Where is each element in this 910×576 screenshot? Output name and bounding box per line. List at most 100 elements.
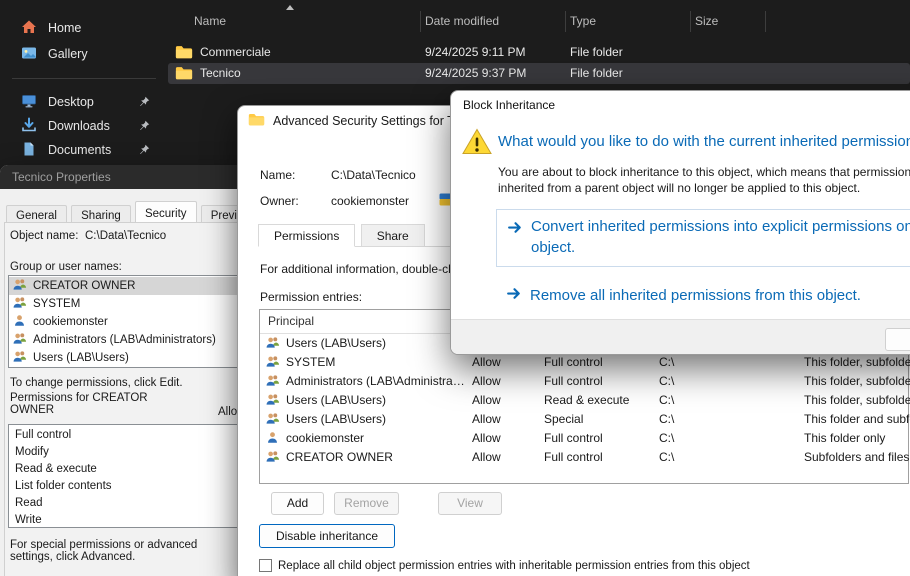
- permission-entry-row[interactable]: SYSTEM Allow Full control C:\ This folde…: [260, 353, 908, 372]
- desktop: Home Gallery Desktop Downloads Documents…: [0, 0, 910, 576]
- entry-applies-to: This folder and subfolders: [804, 412, 910, 426]
- sidebar-item-downloads[interactable]: Downloads: [8, 113, 160, 139]
- file-name: Tecnico: [200, 66, 241, 80]
- remove-permissions-label: Remove all inherited permissions from th…: [530, 285, 910, 306]
- entry-access: Full control: [544, 355, 603, 369]
- column-header-type[interactable]: Type: [570, 14, 596, 28]
- entry-applies-to: This folder only: [804, 431, 885, 445]
- file-date-modified: 9/24/2025 9:37 PM: [425, 66, 526, 80]
- column-divider[interactable]: [765, 11, 766, 32]
- sidebar-item-label: Downloads: [48, 119, 110, 133]
- convert-permissions-option[interactable]: Convert inherited permissions into expli…: [496, 209, 910, 267]
- convert-permissions-label: Convert inherited permissions into expli…: [531, 216, 910, 258]
- arrow-right-icon: [507, 219, 524, 240]
- disable-inheritance-button[interactable]: Disable inheritance: [259, 524, 395, 548]
- entry-principal: Administrators (LAB\Administrators): [286, 374, 468, 388]
- file-type: File folder: [570, 45, 623, 59]
- group-icon: [265, 412, 280, 428]
- sidebar-item-desktop[interactable]: Desktop: [8, 89, 160, 115]
- entry-principal: Users (LAB\Users): [286, 336, 468, 350]
- block-dialog-heading: What would you like to do with the curre…: [498, 133, 910, 150]
- block-body-line-2: inherited from a parent object will no l…: [498, 181, 860, 195]
- entry-applies-to: This folder, subfolders and files: [804, 374, 910, 388]
- pin-icon[interactable]: [138, 143, 151, 159]
- entry-principal: Users (LAB\Users): [286, 412, 468, 426]
- file-row-commerciale[interactable]: Commerciale 9/24/2025 9:11 PM File folde…: [168, 42, 910, 63]
- add-button[interactable]: Add: [271, 492, 324, 515]
- sidebar-item-label: Home: [48, 21, 81, 35]
- list-item-label: Administrators (LAB\Administrators): [33, 334, 216, 346]
- entry-inherited-from: C:\: [659, 450, 674, 464]
- entry-inherited-from: C:\: [659, 393, 674, 407]
- column-header-size[interactable]: Size: [695, 14, 718, 28]
- user-icon: [265, 431, 280, 447]
- file-row-tecnico[interactable]: Tecnico 9/24/2025 9:37 PM File folder: [168, 63, 910, 84]
- tab-permissions[interactable]: Permissions: [258, 224, 355, 247]
- entry-inherited-from: C:\: [659, 431, 674, 445]
- sort-ascending-icon: [286, 5, 294, 10]
- sidebar-item-home[interactable]: Home: [8, 15, 160, 41]
- permission-entry-row[interactable]: Users (LAB\Users) Allow Special C:\ This…: [260, 410, 908, 429]
- column-header-date-modified[interactable]: Date modified: [425, 14, 499, 28]
- entry-access: Full control: [544, 450, 603, 464]
- pin-icon[interactable]: [138, 95, 151, 111]
- sidebar-item-documents[interactable]: Documents: [8, 137, 160, 163]
- replace-permissions-label: Replace all child object permission entr…: [278, 560, 750, 572]
- entry-type: Allow: [472, 355, 501, 369]
- entry-access: Full control: [544, 374, 603, 388]
- folder-icon: [175, 45, 193, 62]
- column-header-name[interactable]: Name: [194, 14, 226, 28]
- block-dialog-title: Block Inheritance: [463, 98, 555, 112]
- entry-access: Read & execute: [544, 393, 629, 407]
- desktop-icon: [21, 93, 37, 112]
- list-item-label: cookiemonster: [33, 316, 108, 328]
- tab-share[interactable]: Share: [361, 224, 425, 247]
- entry-principal: SYSTEM: [286, 355, 468, 369]
- list-item-label: CREATOR OWNER: [33, 280, 135, 292]
- documents-icon: [21, 141, 37, 160]
- column-divider[interactable]: [565, 11, 566, 32]
- user-icon: [12, 314, 27, 330]
- warning-icon: [461, 127, 493, 159]
- owner-value: cookiemonster: [331, 194, 409, 208]
- view-button[interactable]: View: [438, 492, 502, 515]
- column-divider[interactable]: [690, 11, 691, 32]
- tab-security[interactable]: Security: [135, 201, 197, 223]
- list-item-label: Users (LAB\Users): [33, 352, 129, 364]
- entry-applies-to: Subfolders and files only: [804, 450, 910, 464]
- entry-type: Allow: [472, 412, 501, 426]
- permission-entry-row[interactable]: Users (LAB\Users) Allow Read & execute C…: [260, 391, 908, 410]
- object-name-label: Object name:: [10, 230, 78, 242]
- file-date-modified: 9/24/2025 9:11 PM: [425, 45, 526, 59]
- file-type: File folder: [570, 66, 623, 80]
- gallery-icon: [21, 45, 37, 64]
- owner-label: Owner:: [260, 194, 299, 208]
- arrow-right-icon: [506, 285, 523, 306]
- column-divider[interactable]: [420, 11, 421, 32]
- permission-entry-row[interactable]: CREATOR OWNER Allow Full control C:\ Sub…: [260, 448, 908, 467]
- group-icon: [12, 278, 27, 294]
- permission-entry-row[interactable]: Administrators (LAB\Administrators) Allo…: [260, 372, 908, 391]
- group-icon: [265, 374, 280, 390]
- folder-icon: [175, 66, 193, 83]
- sidebar-item-gallery[interactable]: Gallery: [8, 41, 160, 67]
- sidebar-item-label: Desktop: [48, 95, 94, 109]
- entry-access: Full control: [544, 431, 603, 445]
- object-name-value: C:\Data\Tecnico: [85, 230, 166, 242]
- entry-type: Allow: [472, 450, 501, 464]
- downloads-icon: [21, 117, 37, 136]
- edit-hint-text: To change permissions, click Edit.: [10, 377, 183, 389]
- remove-button[interactable]: Remove: [334, 492, 399, 515]
- block-dialog-footer: Cancel: [451, 319, 910, 354]
- column-header-principal[interactable]: Principal: [268, 314, 314, 328]
- permission-entry-row[interactable]: cookiemonster Allow Full control C:\ Thi…: [260, 429, 908, 448]
- replace-permissions-checkbox[interactable]: [259, 559, 272, 572]
- remove-permissions-option[interactable]: Remove all inherited permissions from th…: [496, 283, 910, 313]
- entry-principal: cookiemonster: [286, 431, 468, 445]
- pin-icon[interactable]: [138, 119, 151, 135]
- list-item-label: SYSTEM: [33, 298, 80, 310]
- group-icon: [12, 296, 27, 312]
- sidebar-item-label: Documents: [48, 143, 111, 157]
- cancel-button[interactable]: Cancel: [885, 328, 910, 351]
- name-label: Name:: [260, 168, 295, 182]
